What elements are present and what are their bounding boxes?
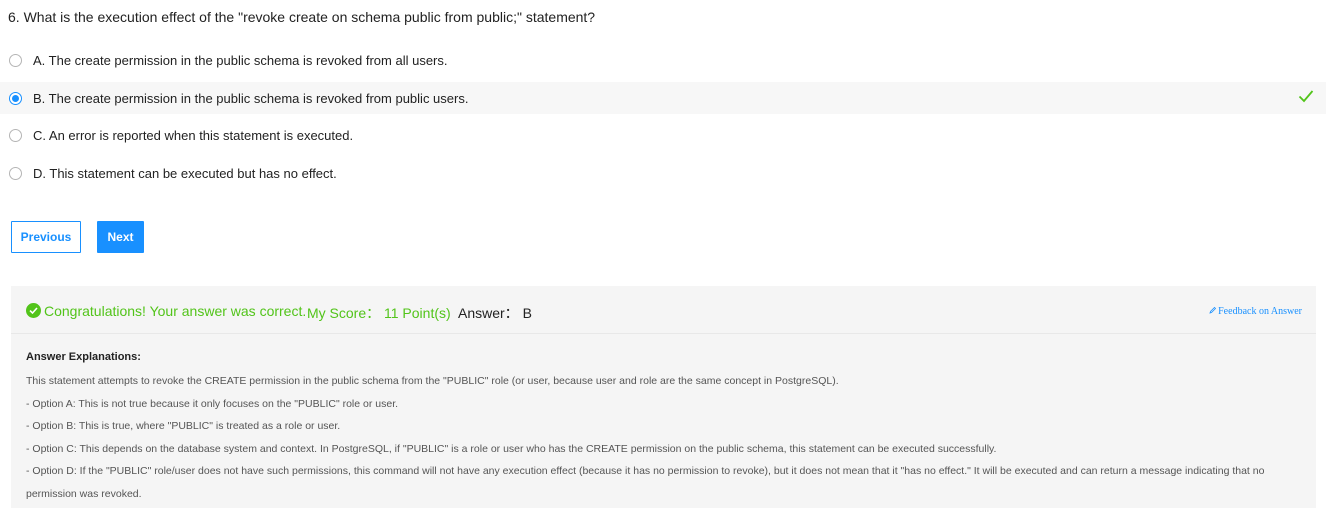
option-c-label: C. An error is reported when this statem… [33, 127, 354, 143]
option-d[interactable]: D. This statement can be executed but ha… [0, 157, 1326, 189]
option-a-radio[interactable] [9, 53, 22, 67]
option-d-label: D. This statement can be executed but ha… [33, 165, 337, 181]
pencil-icon [1209, 306, 1217, 317]
explanation-title: Answer Explanations: [26, 351, 141, 363]
answer-text: Answer： B [458, 305, 532, 321]
check-circle-icon [26, 303, 41, 318]
explanation-line: - Option C: This depends on the database… [26, 442, 997, 455]
previous-button[interactable]: Previous [11, 221, 81, 253]
option-d-radio[interactable] [9, 166, 22, 180]
explanation-line: - Option D: If the "PUBLIC" role/user do… [26, 465, 1265, 500]
explanation-line: This statement attempts to revoke the CR… [26, 375, 839, 387]
feedback-link[interactable]: Feedback on Answer [1209, 306, 1302, 317]
explanation-body: This statement attempts to revoke the CR… [26, 370, 1286, 505]
result-panel: Congratulations! Your answer was correct… [11, 286, 1316, 508]
explanation-line: - Option B: This is true, where "PUBLIC"… [26, 420, 341, 432]
check-icon [1298, 89, 1314, 108]
option-a[interactable]: A. The create permission in the public s… [0, 44, 1326, 76]
congrats-message: Congratulations! Your answer was correct… [44, 303, 307, 319]
option-b[interactable]: B. The create permission in the public s… [0, 82, 1326, 114]
explanation-line: - Option A: This is not true because it … [26, 397, 399, 410]
option-c-radio[interactable] [9, 128, 22, 142]
result-bar: Congratulations! Your answer was correct… [11, 286, 1316, 334]
question-text: 6. What is the execution effect of the "… [8, 9, 596, 25]
next-button[interactable]: Next [97, 221, 144, 253]
feedback-label: Feedback on Answer [1218, 306, 1302, 317]
option-a-label: A. The create permission in the public s… [33, 52, 448, 68]
option-b-label: B. The create permission in the public s… [33, 90, 469, 106]
option-b-radio[interactable] [9, 91, 22, 105]
option-c[interactable]: C. An error is reported when this statem… [0, 119, 1326, 151]
score-text: My Score： 11 Point(s) [307, 305, 451, 321]
